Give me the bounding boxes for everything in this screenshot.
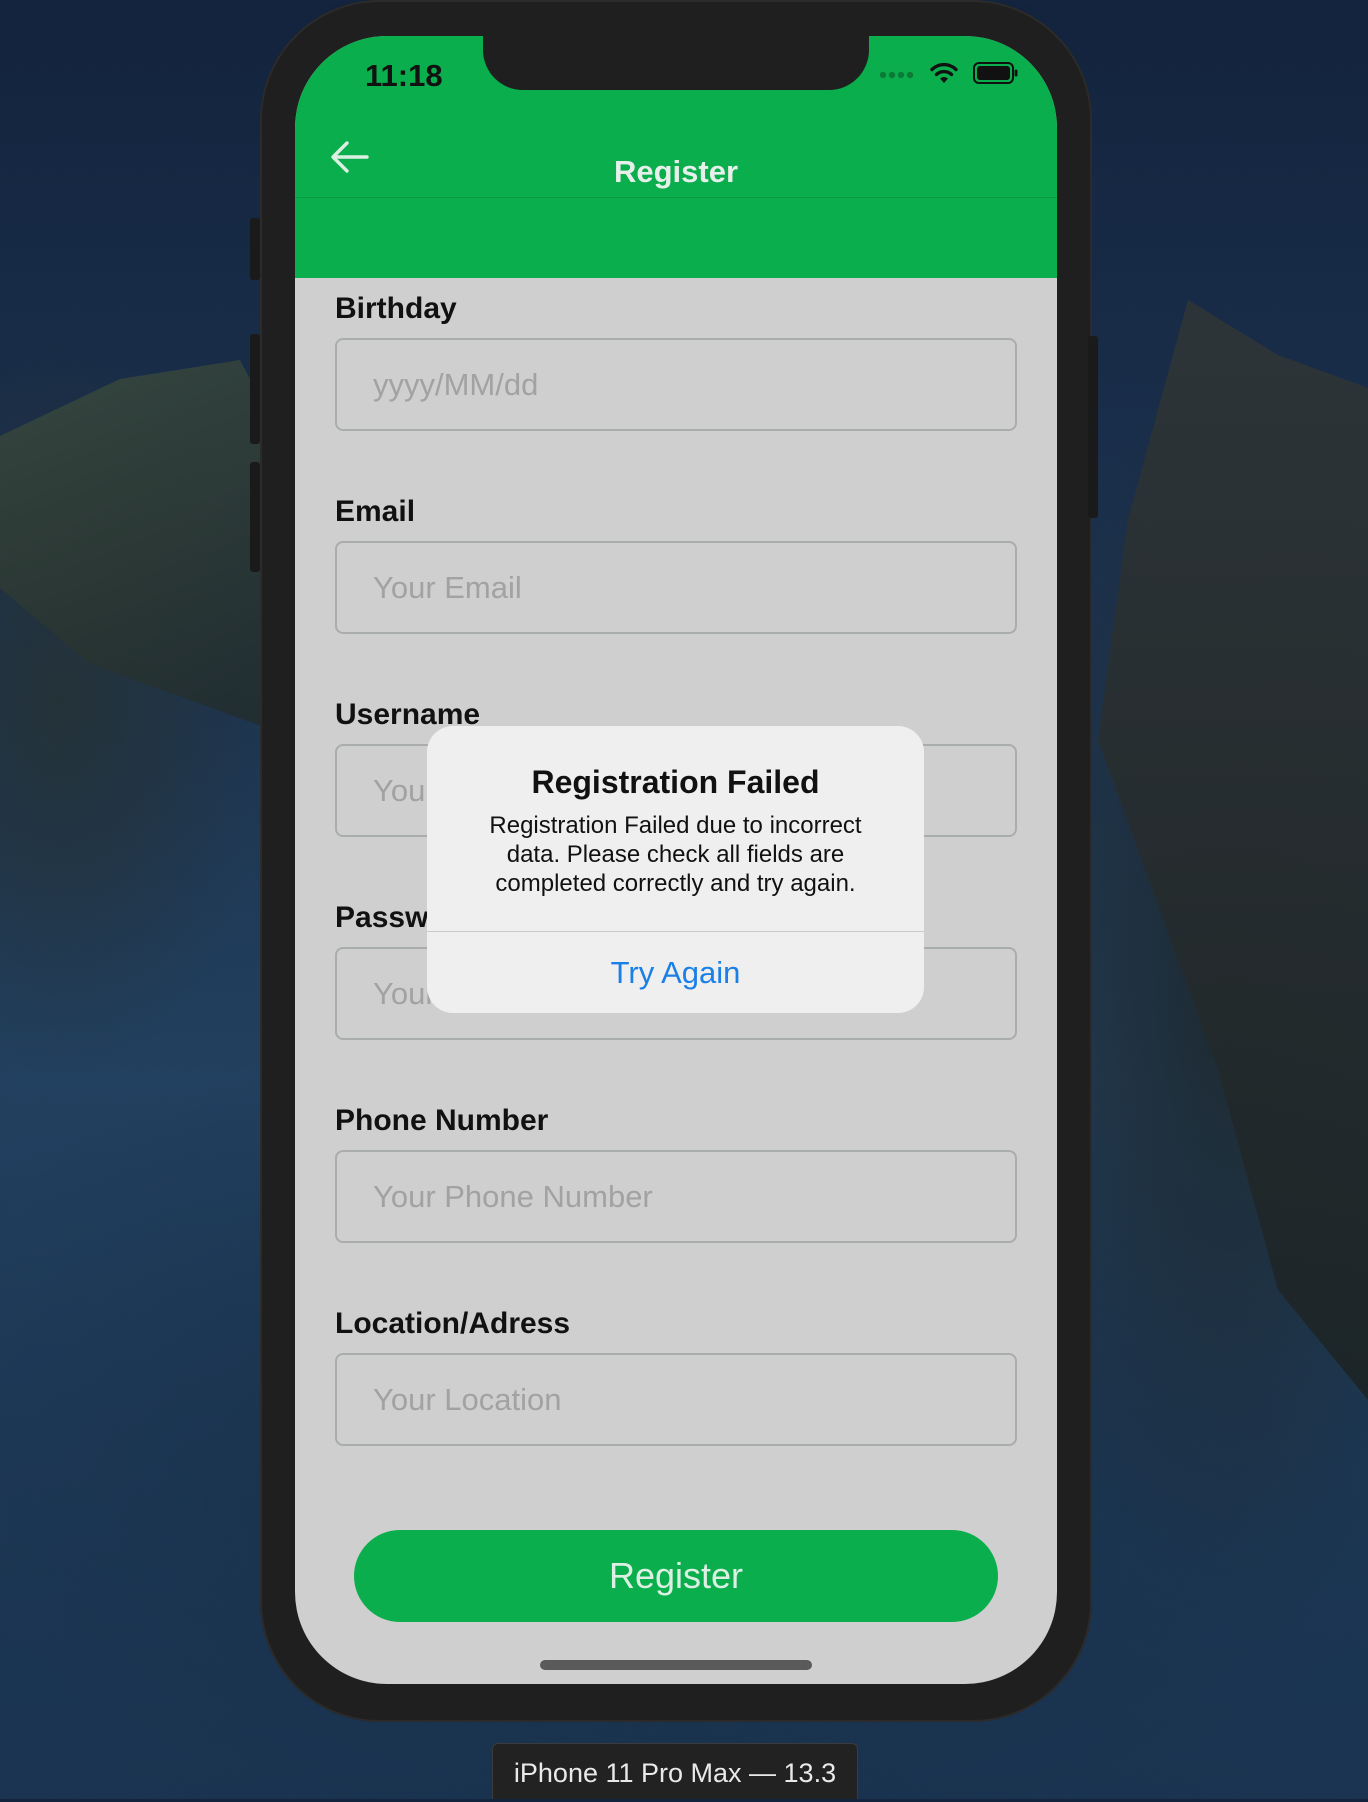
location-label: Location/Adress — [335, 1307, 571, 1340]
notch — [483, 36, 869, 90]
email-field[interactable] — [335, 541, 1017, 634]
alert-title: Registration Failed — [531, 764, 820, 800]
status-time: 11:18 — [365, 58, 443, 93]
status-icons — [879, 60, 1019, 90]
background-coastline-right — [1098, 300, 1368, 1400]
phone-number-label: Phone Number — [335, 1104, 549, 1137]
battery-icon — [973, 61, 1019, 90]
simulator-device-label: iPhone 11 Pro Max — 13.3 — [492, 1743, 858, 1799]
email-label: Email — [335, 495, 416, 528]
birthday-field[interactable] — [335, 338, 1017, 431]
phone-number-field[interactable] — [335, 1150, 1017, 1243]
location-field[interactable] — [335, 1353, 1017, 1446]
page-title: Register — [613, 154, 739, 189]
phone-volume-down — [250, 462, 260, 572]
cellular-signal-icon — [879, 66, 915, 84]
phone-side-button — [250, 218, 260, 280]
wifi-icon — [929, 61, 959, 90]
phone-volume-up — [250, 334, 260, 444]
try-again-button[interactable]: Try Again — [427, 932, 924, 1013]
header-divider — [295, 197, 1057, 198]
home-indicator — [540, 1660, 812, 1670]
register-button[interactable]: Register — [354, 1530, 998, 1622]
phone-power-button — [1088, 336, 1098, 518]
registration-failed-alert: Registration Failed Registration Failed … — [427, 726, 924, 1013]
alert-message: Registration Failed due to incorrect dat… — [489, 812, 862, 897]
birthday-label: Birthday — [335, 292, 457, 325]
phone-screen: 11:18 Register Birthday yyyy/MM/dd Email… — [295, 36, 1057, 1684]
